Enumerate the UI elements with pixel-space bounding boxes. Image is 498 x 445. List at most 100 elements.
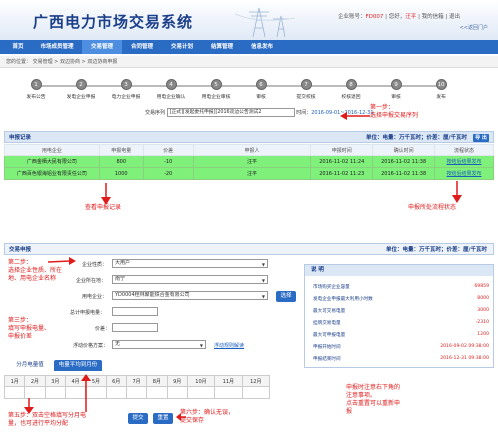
red-arrow-icon: [101, 183, 111, 205]
explain-label: 最大可申报电量: [313, 333, 346, 338]
back-to-portal-link[interactable]: <<返回门户: [460, 24, 488, 31]
table-row[interactable]: 广西金栖大民有限公司 800 -10 汪平 2016-11-02 11:24 2…: [4, 155, 494, 168]
sequence-select[interactable]: [正式][发起委托申报][2016双边公告测试2: [166, 108, 295, 117]
months-input-row: [3, 386, 271, 399]
month-cell[interactable]: [125, 386, 148, 399]
mailbox-link[interactable]: 我的信箱: [422, 14, 444, 20]
month-header: 2月: [24, 375, 46, 387]
step-number: 2: [75, 79, 87, 90]
explain-label: 申报开始时间: [313, 345, 341, 350]
step-number: 9: [390, 79, 402, 90]
month-cell[interactable]: [44, 386, 66, 399]
step-number: 7: [300, 79, 312, 90]
cell-status-link[interactable]: 按结后结果发布: [434, 155, 494, 168]
month-cell[interactable]: [105, 386, 127, 399]
tab-average-monthly[interactable]: 电量平均到月份: [54, 360, 102, 371]
annotation-step6: 第六步：确认无误， 提交保存: [180, 409, 234, 425]
table-row[interactable]: 广西百色银海铝业有限责任公司 1000 -20 汪平 2016-11-02 11…: [4, 167, 494, 180]
records-header: 申报记录 单位：电量：万千瓦时；价差：厘/千瓦时 导 出: [4, 131, 494, 143]
sequence-value: [正式][发起委托申报][2016双边公告测试2: [169, 110, 262, 115]
annotation-step3: 第三步： 填写申报电量、 申报价差: [8, 317, 50, 341]
reset-button[interactable]: 重置: [153, 413, 173, 424]
annotation-line: 点击重置可以重新申: [346, 400, 401, 407]
annotation-line: 第五步：双击空格填写分月电: [8, 412, 87, 419]
annotation-view-records: 查看申报记录: [85, 204, 122, 211]
explain-label: 发电企业申报最大利用小时数: [313, 297, 373, 302]
annotation-line: 量，也可进行平均分配: [8, 420, 69, 427]
region-value: 南宁: [115, 276, 126, 282]
step-number: 3: [120, 79, 132, 90]
month-cell[interactable]: [3, 386, 26, 399]
cell-company: 广西金栖大民有限公司: [4, 155, 100, 168]
cell-status-link[interactable]: 按结后结果发布: [434, 167, 494, 180]
records-table: 用电企业 申报电量 价差 申报人 申报时间 确认时间 流程状态 广西金栖大民有限…: [4, 144, 494, 180]
cell-declare-time: 2016-11-02 11:24: [310, 155, 374, 168]
col-header: 申报时间: [310, 144, 374, 156]
power-tower-icon: [235, 7, 295, 38]
annotation-step1-text: 选择申报交易序列: [370, 112, 419, 119]
select-button[interactable]: 选择: [276, 291, 296, 302]
nav-item-contracts[interactable]: 合同管理: [122, 40, 162, 54]
month-header: 7月: [125, 375, 148, 387]
monthly-table: 1月 2月 3月 4月 5月 6月 7月 8月 9月 10月 11月 12月: [3, 375, 271, 399]
fluct-rules-link[interactable]: 浮动规则解读: [214, 342, 244, 349]
month-cell[interactable]: [186, 386, 216, 399]
explain-value: -2310: [475, 320, 489, 325]
month-cell[interactable]: [241, 386, 271, 399]
nav-item-home[interactable]: 首页: [4, 40, 32, 54]
chevron-down-icon: ▼: [261, 294, 265, 299]
price-input[interactable]: [112, 323, 158, 332]
annotation-line: 第三步：: [8, 317, 33, 324]
cell-declare-time: 2016-11-02 11:23: [310, 167, 374, 180]
step-label: 发布: [436, 95, 446, 100]
records-header-row: 用电企业 申报电量 价差 申报人 申报时间 确认时间 流程状态: [4, 144, 494, 156]
month-cell[interactable]: [214, 386, 243, 399]
col-header: 用电企业: [4, 144, 100, 156]
quantity-input[interactable]: [112, 307, 158, 316]
records-title: 申报记录: [9, 135, 32, 141]
annotation-line: 报: [346, 408, 353, 415]
company-value: YD0004桂林聚能铁合金有限公司: [115, 292, 190, 298]
month-header: 6月: [105, 375, 127, 387]
month-header: 11月: [214, 375, 243, 387]
nav-item-plan[interactable]: 交易计划: [162, 40, 202, 54]
fluct-label: 浮动价格方案：: [73, 343, 109, 349]
months-header-row: 1月 2月 3月 4月 5月 6月 7月 8月 9月 10月 11月 12月: [3, 375, 271, 387]
annotation-line: 注意事项。: [346, 392, 377, 399]
submit-button[interactable]: 提交: [128, 413, 148, 424]
cell-price: -20: [142, 167, 194, 180]
explain-label: 最大可交易电量: [313, 309, 346, 314]
tab-monthly-quantity[interactable]: 分月电量值: [8, 360, 52, 371]
step-number: 8: [345, 79, 357, 90]
company-label: 用电企业：: [82, 294, 108, 300]
annotation-line: 地、用电企业名称: [8, 275, 57, 282]
annotation-line: 申报价差: [8, 333, 33, 340]
company-select[interactable]: YD0004桂林聚能铁合金有限公司 ▼: [112, 291, 268, 300]
nature-select[interactable]: 大用户 ▼: [112, 259, 268, 268]
process-steps: 1 发布公告 2 发电企业申报 3 电力企业申报 4 用电企业确认 5 用电企业审核 6审…: [0, 70, 498, 108]
nav-item-members[interactable]: 市场成员管理: [32, 40, 82, 54]
step-number: 10: [435, 79, 447, 90]
region-select[interactable]: 南宁 ▼: [112, 275, 268, 284]
cell-company: 广西百色银海铝业有限责任公司: [4, 167, 100, 180]
explain-row: 申报结束时间 2016-12-31 09:38:00: [313, 356, 489, 362]
logout-link[interactable]: 退出: [449, 14, 460, 20]
annotation-step5: 第五步：双击空格填写分月电 量，也可进行平均分配: [8, 412, 86, 428]
app-title: 广西电力市场交易系统: [33, 13, 194, 31]
export-button[interactable]: 导 出: [473, 134, 489, 142]
step-number: 4: [165, 79, 177, 90]
explanation-title: 说 明: [305, 265, 493, 276]
month-cell[interactable]: [24, 386, 46, 399]
nav-item-trading[interactable]: 交易管理: [82, 40, 122, 54]
chevron-down-icon: ▼: [261, 262, 265, 267]
explain-row: 申报开始时间 2016-09-02 09:38:00: [313, 344, 489, 350]
chevron-down-icon: ▼: [199, 343, 203, 348]
cell-quantity: 1000: [98, 167, 144, 180]
chevron-down-icon: ▼: [261, 278, 265, 283]
nav-item-settlement[interactable]: 结算管理: [202, 40, 242, 54]
nav-item-info[interactable]: 信息发布: [242, 40, 282, 54]
fluct-select[interactable]: 无 ▼: [112, 340, 206, 349]
month-cell[interactable]: [166, 386, 188, 399]
month-cell[interactable]: [146, 386, 168, 399]
col-header: 价差: [142, 144, 194, 156]
